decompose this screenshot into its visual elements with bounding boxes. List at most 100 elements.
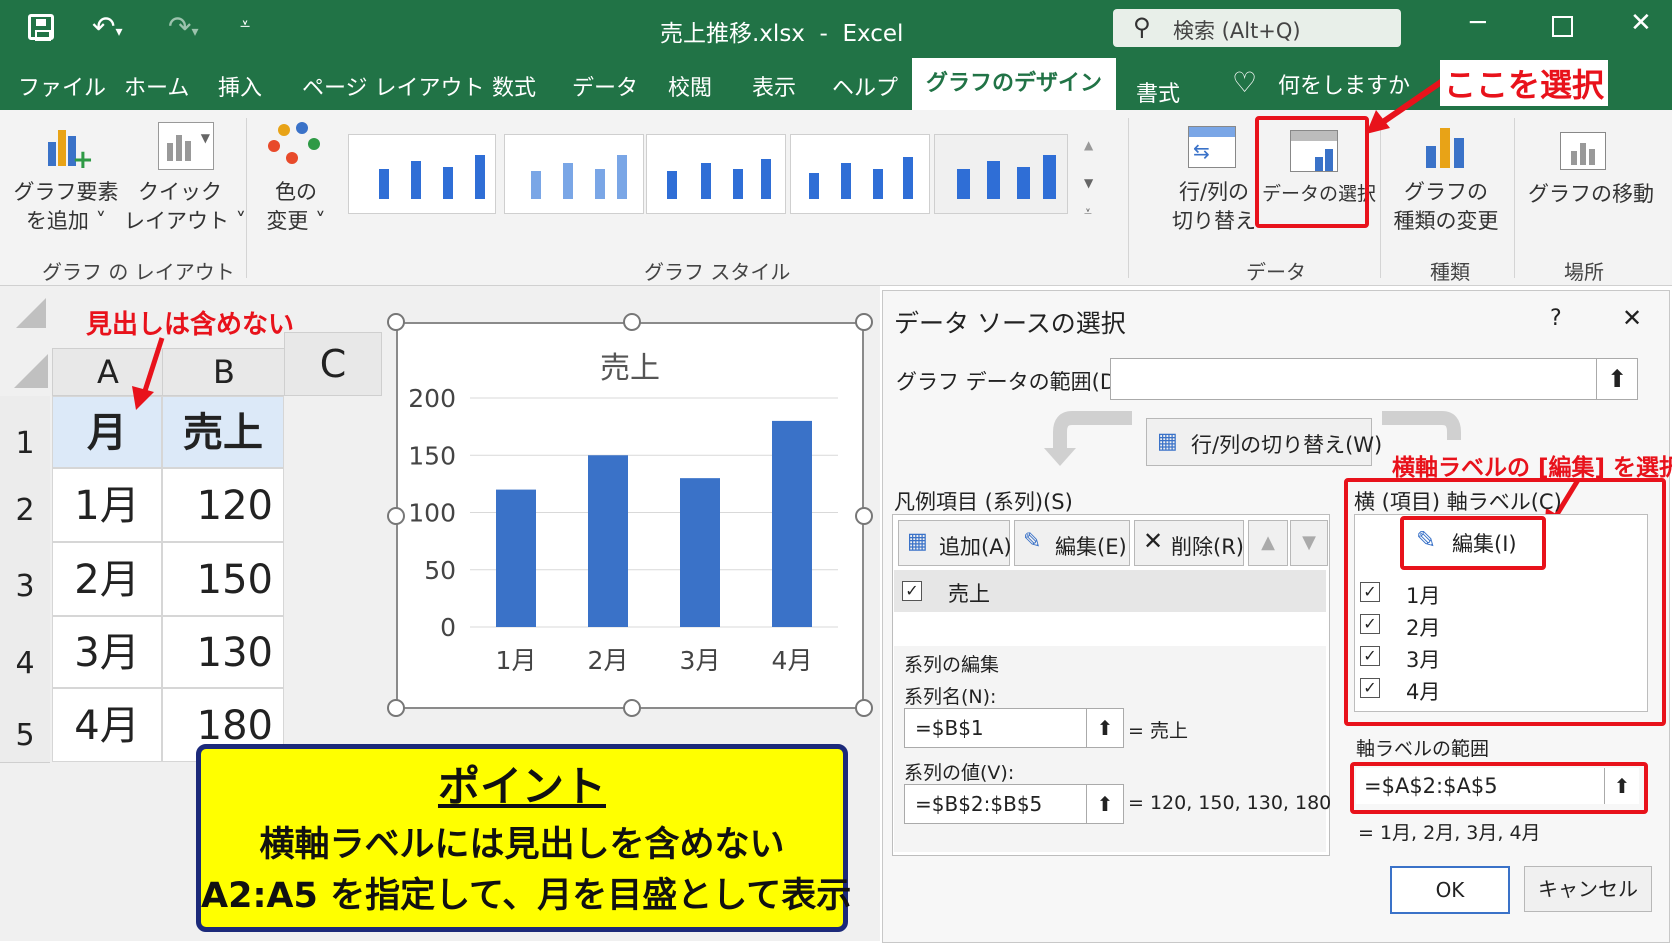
column-header-b[interactable]: B (162, 348, 286, 396)
change-colors-button[interactable]: 色の 変更 ˅ (256, 178, 336, 236)
window-title: 売上推移.xlsx - Excel (660, 21, 904, 47)
sales-chart[interactable]: 売上 200 150 100 50 0 1月 2月 3月 4月 (396, 322, 864, 709)
change-chart-type-button[interactable]: グラフの 種類の変更 (1390, 178, 1502, 236)
axis-edit-button[interactable]: ✎ 編集(I) (1408, 522, 1534, 560)
close-window-button[interactable]: ✕ (1630, 8, 1652, 38)
axis-range-result: = 1月, 2月, 3月, 4月 (1358, 822, 1541, 844)
cell-a3[interactable]: 2月 (52, 542, 162, 616)
series-list-item[interactable]: ✓ 売上 (894, 570, 1326, 612)
y-tick-label: 150 (408, 441, 456, 470)
y-tick-label: 50 (424, 556, 456, 585)
tab-format[interactable]: 書式 (1136, 76, 1180, 108)
move-up-button[interactable]: ▲ (1248, 520, 1288, 566)
chart-data-range-input[interactable] (1110, 358, 1598, 400)
axis-item-checkbox[interactable]: ✓ (1360, 614, 1380, 634)
gallery-scroll-down-icon[interactable]: ▼ (1084, 176, 1093, 190)
row-header-3[interactable]: 3 (0, 542, 50, 617)
switch-row-column-button[interactable]: 行/列の 切り替え (1166, 178, 1262, 236)
row-header-1[interactable]: 1 (0, 396, 50, 469)
gallery-more-icon[interactable]: ⩡ (1084, 204, 1092, 220)
dialog-close-button[interactable]: ✕ (1622, 304, 1642, 332)
series-name-collapse-button[interactable]: ⬆ (1086, 708, 1124, 748)
tab-formulas[interactable]: 数式 (492, 70, 536, 102)
undo-icon[interactable]: ↶▾ (92, 10, 123, 43)
chart-resize-handle[interactable] (855, 313, 873, 331)
axis-item: 4月 (1406, 680, 1441, 704)
axis-range-collapse-button[interactable]: ⬆ (1604, 768, 1639, 804)
maximize-button[interactable] (1552, 16, 1573, 37)
axis-item-checkbox[interactable]: ✓ (1360, 678, 1380, 698)
redo-icon[interactable]: ↷▾ (168, 10, 199, 43)
tab-data[interactable]: データ (572, 70, 638, 102)
axis-labels-header: 横 (項目) 軸ラベル(C) (1354, 490, 1562, 514)
tab-review[interactable]: 校閲 (668, 70, 712, 102)
tab-insert[interactable]: 挿入 (218, 70, 262, 102)
chart-resize-handle[interactable] (623, 313, 641, 331)
series-name-input[interactable]: =$B$1 (904, 708, 1088, 748)
edit-axis-icon: ✎ (1416, 526, 1437, 554)
chart-bar[interactable] (496, 489, 536, 627)
chart-resize-handle[interactable] (387, 699, 405, 717)
cell-b3[interactable]: 150 (162, 542, 284, 616)
row-header-5[interactable]: 5 (0, 688, 50, 763)
range-collapse-button[interactable]: ⬆ (1596, 358, 1638, 400)
tab-view[interactable]: 表示 (752, 70, 796, 102)
axis-item-checkbox[interactable]: ✓ (1360, 646, 1380, 666)
search-icon: ⚲ (1133, 13, 1151, 41)
select-all-corner[interactable] (0, 296, 52, 396)
chart-resize-handle[interactable] (387, 507, 405, 525)
add-series-button[interactable]: ▦ 追加(A) (898, 520, 1012, 566)
gallery-scroll-up-icon[interactable]: ▲ (1084, 138, 1093, 152)
change-colors-label-1: 色の (275, 180, 317, 204)
chart-style-1[interactable] (348, 134, 496, 214)
chart-bar[interactable] (588, 455, 628, 627)
cancel-button[interactable]: キャンセル (1524, 866, 1652, 912)
chart-resize-handle[interactable] (623, 699, 641, 717)
tab-help[interactable]: ヘルプ (832, 70, 898, 102)
switch-row-column-dialog-button[interactable]: ▦ 行/列の切り替え(W) (1146, 418, 1382, 466)
column-header-c[interactable]: C (284, 332, 382, 396)
customize-qat-icon[interactable]: ⩡ (240, 14, 250, 35)
tab-chart-design[interactable]: グラフのデザイン (912, 58, 1117, 110)
cell-a4[interactable]: 3月 (52, 616, 162, 688)
delete-series-button[interactable]: ✕ 削除(R) (1134, 520, 1244, 566)
cell-a2[interactable]: 1月 (52, 468, 162, 542)
series-values-input[interactable]: =$B$2:$B$5 (904, 784, 1088, 824)
add-chart-element-button[interactable]: グラフ要素 を追加 ˅ (10, 178, 122, 236)
minimize-button[interactable]: ─ (1470, 8, 1486, 38)
save-icon[interactable] (28, 14, 54, 41)
chart-style-5[interactable] (934, 134, 1068, 214)
add-series-icon: ▦ (907, 529, 928, 554)
chart-style-3[interactable] (646, 134, 786, 214)
arrow-up-icon: ▲ (1261, 532, 1275, 553)
axis-range-input[interactable]: =$A$2:$A$5 (1356, 768, 1604, 804)
cell-a5[interactable]: 4月 (52, 688, 162, 762)
chart-resize-handle[interactable] (855, 507, 873, 525)
series-values-collapse-button[interactable]: ⬆ (1086, 784, 1124, 824)
chart-resize-handle[interactable] (387, 313, 405, 331)
add-chart-element-icon: + (46, 126, 94, 173)
move-down-button[interactable]: ▼ (1290, 520, 1328, 566)
edit-series-button[interactable]: ✎ 編集(E) (1014, 520, 1130, 566)
group-chart-layouts: グラフ の レイアウト (42, 260, 235, 284)
chart-resize-handle[interactable] (855, 699, 873, 717)
ok-button[interactable]: OK (1390, 866, 1510, 914)
row-header-4[interactable]: 4 (0, 616, 50, 689)
series-checkbox[interactable]: ✓ (902, 581, 922, 601)
axis-item-checkbox[interactable]: ✓ (1360, 582, 1380, 602)
chart-bar[interactable] (772, 420, 812, 627)
dialog-help-button[interactable]: ? (1550, 306, 1562, 331)
chart-style-2[interactable] (504, 134, 644, 214)
move-chart-button[interactable]: グラフの移動 (1528, 180, 1654, 209)
row-header-2[interactable]: 2 (0, 468, 50, 543)
tab-file[interactable]: ファイル (18, 70, 106, 102)
cell-b4[interactable]: 130 (162, 616, 284, 688)
search-box[interactable]: ⚲ 検索 (Alt+Q) (1113, 9, 1401, 47)
tab-home[interactable]: ホーム (124, 70, 189, 102)
quick-layout-button[interactable]: クイック レイアウト ˅ (124, 178, 246, 236)
cell-b1[interactable]: 売上 (162, 396, 284, 468)
chart-bar[interactable] (680, 478, 720, 627)
cell-b2[interactable]: 120 (162, 468, 284, 542)
tab-page-layout[interactable]: ページ レイアウト (302, 70, 485, 102)
chart-style-4[interactable] (790, 134, 930, 214)
